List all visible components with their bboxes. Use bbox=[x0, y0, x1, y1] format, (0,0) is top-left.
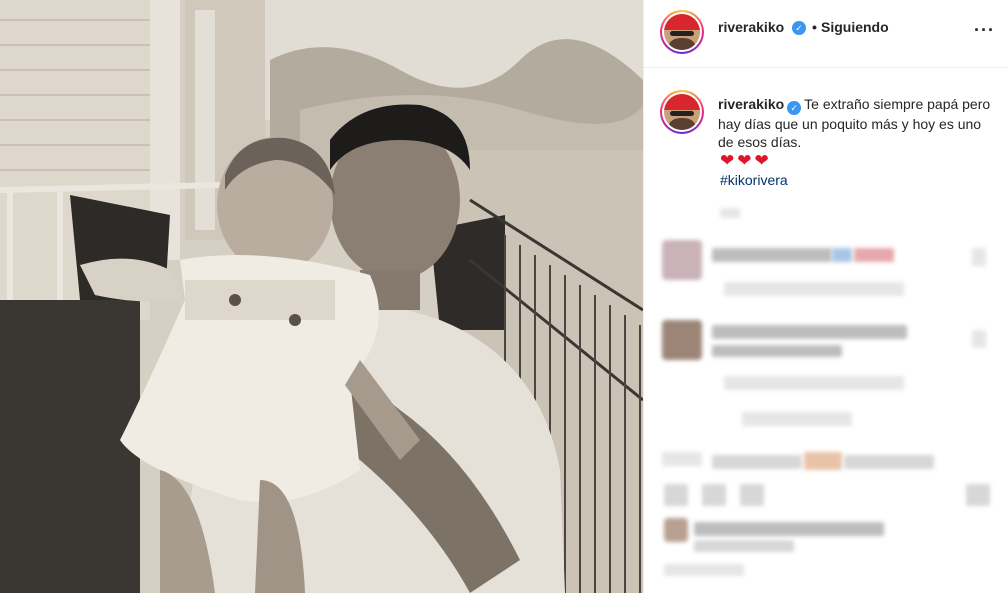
blurred-replies-link bbox=[742, 412, 852, 426]
blurred-post-date bbox=[664, 564, 744, 576]
blurred-comment-meta bbox=[724, 282, 904, 296]
blurred-liked-by-text bbox=[694, 522, 884, 536]
blurred-comment-text bbox=[712, 325, 907, 339]
post-photo[interactable] bbox=[0, 0, 643, 593]
blurred-comment-text bbox=[832, 248, 852, 262]
following-button[interactable]: Siguiendo bbox=[821, 19, 889, 35]
caption-username[interactable]: riverakiko bbox=[718, 96, 784, 112]
post-header: riverakiko ✓ • Siguiendo ··· bbox=[644, 0, 1008, 68]
blurred-comment-button[interactable] bbox=[702, 484, 726, 506]
blurred-comment-meta bbox=[724, 376, 904, 390]
blurred-comment-text bbox=[854, 248, 894, 262]
caption-verified-icon: ✓ bbox=[787, 101, 802, 115]
caption-avatar[interactable] bbox=[660, 90, 704, 134]
blurred-comment-text bbox=[712, 248, 832, 262]
blurred-comment-text bbox=[712, 345, 842, 357]
more-options-icon[interactable]: ··· bbox=[974, 20, 995, 41]
blurred-comment-text bbox=[804, 452, 842, 470]
post-side-panel: riverakiko ✓ • Siguiendo ··· riverakiko ✓… bbox=[643, 0, 1008, 593]
hashtag-link[interactable]: #kikorivera bbox=[720, 172, 788, 188]
photo-illustration bbox=[0, 0, 643, 593]
separator-dot: • bbox=[812, 19, 817, 35]
blurred-share-button[interactable] bbox=[740, 484, 764, 506]
verified-badge-icon: ✓ bbox=[792, 21, 806, 35]
blurred-comment-avatar bbox=[662, 320, 702, 360]
blurred-like-icon bbox=[972, 330, 986, 348]
blurred-comment-text bbox=[712, 455, 802, 469]
blurred-timestamp bbox=[720, 208, 740, 218]
post-username[interactable]: riverakiko bbox=[718, 19, 784, 35]
blurred-liker-avatar bbox=[664, 518, 688, 542]
blurred-comment-avatar bbox=[662, 240, 702, 280]
profile-avatar[interactable] bbox=[660, 10, 704, 54]
post-caption: riverakiko ✓ Te extraño siempre papá pero … bbox=[718, 95, 998, 151]
blurred-save-button[interactable] bbox=[966, 484, 990, 506]
blurred-like-icon bbox=[972, 248, 986, 266]
blurred-comment-avatar bbox=[662, 452, 702, 466]
blurred-comment-text bbox=[844, 455, 934, 469]
blurred-like-button[interactable] bbox=[664, 484, 688, 506]
blurred-liked-by-text bbox=[694, 540, 794, 552]
heart-emoji-icon: ❤❤❤ bbox=[720, 151, 772, 170]
